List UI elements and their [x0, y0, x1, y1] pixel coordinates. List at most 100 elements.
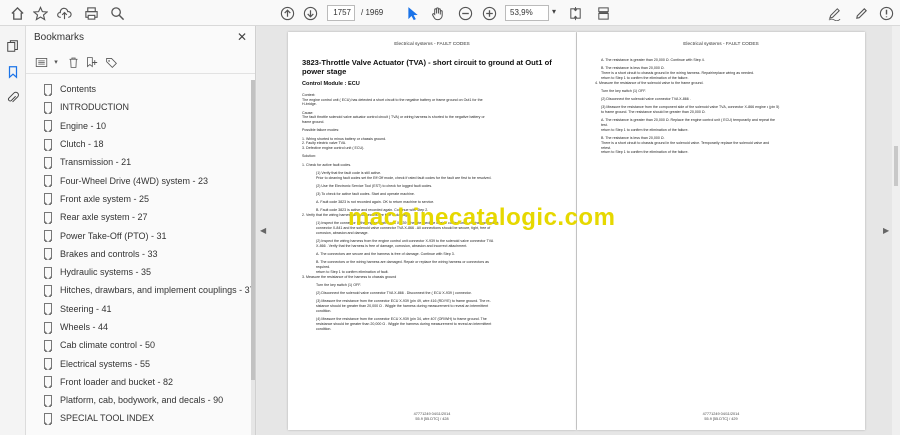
bookmark-item[interactable]: Four-Wheel Drive (4WD) system - 23	[26, 171, 255, 189]
zoom-out-icon[interactable]	[456, 4, 474, 22]
bookmark-item[interactable]: INTRODUCTION	[26, 98, 255, 116]
bookmark-label: Clutch - 18	[60, 139, 104, 150]
bookmark-item[interactable]: Front axle system - 25	[26, 190, 255, 208]
bookmark-label: Engine - 10	[60, 120, 107, 131]
options-caret-icon[interactable]: ▾	[49, 55, 63, 69]
zoom-dropdown-icon[interactable]: ▾	[552, 7, 556, 16]
star-icon[interactable]	[31, 4, 49, 22]
bookmarks-header: Bookmarks ✕	[26, 26, 255, 50]
bookmark-label: Hydraulic systems - 35	[60, 267, 152, 278]
close-icon[interactable]: ✕	[237, 30, 247, 44]
bookmark-icon	[44, 321, 52, 334]
bookmark-item[interactable]: Engine - 10	[26, 117, 255, 135]
page-count: / 1969	[361, 8, 384, 17]
select-cursor-icon[interactable]	[403, 4, 421, 22]
share-icon[interactable]	[877, 4, 895, 22]
scroll-left-icon[interactable]: ◀	[260, 226, 266, 235]
page-number-input[interactable]: 1757	[327, 5, 355, 21]
bookmarks-panel: Bookmarks ✕ ▾ Contents INTRODUCTION Engine…	[26, 26, 256, 435]
hand-tool-icon[interactable]	[428, 4, 446, 22]
bookmark-icon	[44, 394, 52, 407]
bookmark-icon	[44, 358, 52, 371]
bookmark-label: Hitches, drawbars, and implement couplin…	[60, 285, 255, 296]
bookmark-label: Cab climate control - 50	[60, 340, 156, 351]
navigation-rail	[0, 26, 26, 435]
bookmark-icon	[44, 248, 52, 261]
print-icon[interactable]	[82, 4, 100, 22]
bookmark-label: Electrical systems - 55	[60, 358, 151, 369]
bookmark-item[interactable]: Hitches, drawbars, and implement couplin…	[26, 281, 255, 299]
new-bookmark-icon[interactable]	[84, 55, 98, 69]
bookmark-item[interactable]: Wheels - 44	[26, 318, 255, 336]
toolbar: 1757 / 1969 53,9% ▾	[0, 0, 900, 26]
bookmark-icon	[44, 230, 52, 243]
bookmark-item[interactable]: Electrical systems - 55	[26, 354, 255, 372]
bookmark-label: Power Take-Off (PTO) - 31	[60, 230, 167, 241]
search-icon[interactable]	[108, 4, 126, 22]
bookmark-label: Platform, cab, bodywork, and decals - 90	[60, 395, 224, 406]
bookmark-item[interactable]: Platform, cab, bodywork, and decals - 90	[26, 391, 255, 409]
bookmark-icon	[44, 266, 52, 279]
bookmark-item[interactable]: Cab climate control - 50	[26, 336, 255, 354]
viewer-scrollbar[interactable]	[892, 26, 900, 435]
footer-page-ref: 55.9 [55.DTC] / 428	[415, 417, 449, 421]
scroll-right-icon[interactable]: ▶	[883, 226, 889, 235]
bookmark-item[interactable]: Contents	[26, 80, 255, 98]
bookmark-icon	[44, 193, 52, 206]
bookmark-item[interactable]: Power Take-Off (PTO) - 31	[26, 226, 255, 244]
control-module-label: Control Module : ECU	[302, 81, 360, 87]
bookmarks-list: Contents INTRODUCTION Engine - 10 Clutch - …	[26, 80, 255, 428]
bookmark-icon	[44, 211, 52, 224]
delete-bookmark-icon[interactable]	[66, 55, 80, 69]
bookmark-label: SPECIAL TOOL INDEX	[60, 413, 155, 424]
scroll-mode-icon[interactable]	[594, 4, 612, 22]
bookmark-label: Transmission - 21	[60, 157, 132, 168]
bookmark-label: Brakes and controls - 33	[60, 248, 158, 259]
bookmark-item[interactable]: Clutch - 18	[26, 135, 255, 153]
page-footer: 47771249 04/11/2014 55.9 [55.DTC] / 428	[288, 412, 576, 422]
previous-page-icon[interactable]	[278, 4, 296, 22]
bookmark-item[interactable]: SPECIAL TOOL INDEX	[26, 409, 255, 427]
bookmark-item[interactable]: Transmission - 21	[26, 153, 255, 171]
bookmark-item[interactable]: Rear axle system - 27	[26, 208, 255, 226]
bookmark-label: Steering - 41	[60, 303, 112, 314]
bookmark-icon	[44, 284, 52, 297]
bookmark-label: Front axle system - 25	[60, 193, 150, 204]
page-text: A. The resistance is greater than 20,000…	[595, 58, 857, 155]
bookmark-icon	[44, 339, 52, 352]
document-page-right: Electrical systems - FAULT CODES A. The …	[577, 32, 865, 430]
tag-icon[interactable]	[104, 55, 118, 69]
bookmark-icon	[44, 83, 52, 96]
page-header: Electrical systems - FAULT CODES	[683, 42, 759, 47]
bookmark-icon	[44, 138, 52, 151]
bookmark-label: Four-Wheel Drive (4WD) system - 23	[60, 175, 209, 186]
attachments-icon[interactable]	[5, 90, 21, 106]
edit-pencil-icon[interactable]	[852, 4, 870, 22]
sign-pen-icon[interactable]	[825, 4, 843, 22]
bookmark-item[interactable]: Front loader and bucket - 82	[26, 373, 255, 391]
zoom-level-input[interactable]: 53,9%	[505, 5, 549, 21]
bookmarks-scrollbar[interactable]	[251, 80, 255, 435]
bookmark-label: INTRODUCTION	[60, 102, 129, 113]
next-page-icon[interactable]	[301, 4, 319, 22]
options-menu-icon[interactable]	[34, 55, 48, 69]
bookmark-item[interactable]: Brakes and controls - 33	[26, 245, 255, 263]
fault-title: 3823-Throttle Valve Actuator (TVA) - sho…	[302, 58, 552, 76]
zoom-in-icon[interactable]	[480, 4, 498, 22]
page-thumbnails-icon[interactable]	[5, 38, 21, 54]
bookmark-item[interactable]: Hydraulic systems - 35	[26, 263, 255, 281]
fit-page-icon[interactable]	[566, 4, 584, 22]
home-icon[interactable]	[8, 4, 26, 22]
bookmark-icon	[44, 412, 52, 425]
bookmark-icon	[44, 303, 52, 316]
bookmark-label: Rear axle system - 27	[60, 212, 148, 223]
bookmark-label: Contents	[60, 84, 97, 95]
bookmarks-toolbar: ▾	[26, 50, 255, 74]
bookmark-icon	[44, 120, 52, 133]
bookmark-item[interactable]: Steering - 41	[26, 300, 255, 318]
text-line: return to Step 1 to confirm the eliminat…	[601, 150, 689, 155]
upload-cloud-icon[interactable]	[55, 4, 73, 22]
bookmark-icon	[44, 156, 52, 169]
bookmarks-icon[interactable]	[5, 64, 21, 80]
page-footer: 47771249 04/11/2014 55.9 [55.DTC] / 429	[577, 412, 865, 422]
